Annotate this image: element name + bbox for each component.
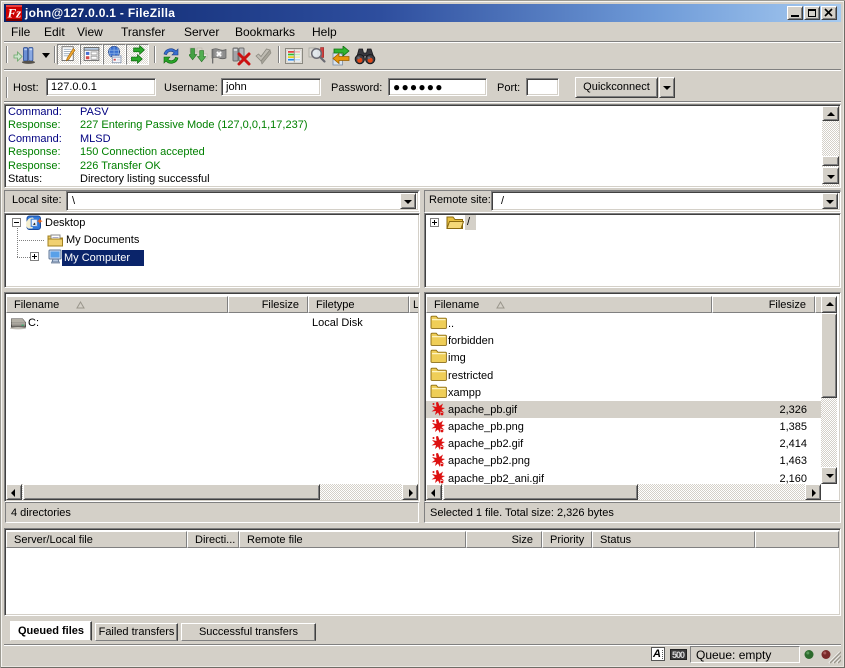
svg-text:forbidden: forbidden (448, 335, 494, 347)
svg-text:apache_pb2.png: apache_pb2.png (448, 455, 530, 467)
svg-text:apache_pb.gif: apache_pb.gif (448, 404, 518, 416)
svg-text:1,385: 1,385 (779, 421, 807, 433)
svg-text:apache_pb2.gif: apache_pb2.gif (448, 438, 524, 450)
svg-text:img: img (448, 352, 466, 364)
svg-text:xampp: xampp (448, 387, 481, 399)
svg-text:1,463: 1,463 (779, 455, 807, 467)
svg-text:2,414: 2,414 (779, 438, 807, 450)
svg-text:..: .. (448, 318, 454, 330)
svg-text:2,326: 2,326 (779, 404, 807, 416)
svg-text:apache_pb.png: apache_pb.png (448, 421, 524, 433)
svg-text:restricted: restricted (448, 370, 493, 382)
svg-text:Fz: Fz (7, 6, 23, 21)
